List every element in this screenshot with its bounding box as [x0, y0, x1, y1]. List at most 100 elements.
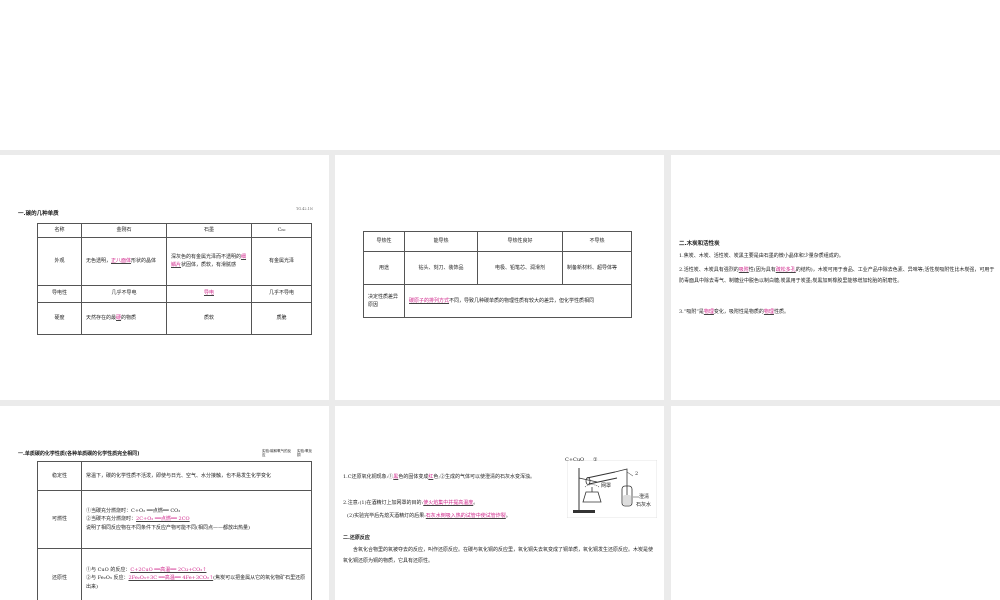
equation-cuo: ①与 CuO 的反应：C+2CuO ══高温══ 2Cu+CO₂↑: [86, 566, 307, 575]
slide-reduction-experiment[interactable]: 1.C还原氧化铜现象:①黑色的固体变成红色;②生成的气体可以使澄清的石灰水变浑浊…: [335, 406, 664, 600]
slide-chemical-properties[interactable]: 一.单质碳的化学性质(各种单质碳的化学性质完全相同) 实验:碳和氧气的反应 实验…: [0, 406, 329, 600]
paragraph-1: 1.C还原氧化铜现象:①黑色的固体变成红色;②生成的气体可以使澄清的石灰水变浑浊…: [343, 472, 568, 483]
corner-note: 实验:碳和氧气的反应: [262, 449, 292, 458]
text: (2)实验完毕后先熄灭酒精灯的后果:: [347, 513, 426, 519]
note: 说明了相同反应物在不同条件下反应产物可能不同(相同点——都放出热量): [86, 524, 250, 531]
text: 3.“吸附”是: [679, 309, 704, 315]
answer-fill: 2Fe₂O₃+3C ══高温══ 4Fe+3CO₂↑: [128, 575, 214, 582]
cell-graphite-appearance: 深灰色的有金属光泽而不透明的细鳞片状固体，质软，有滑腻感: [166, 236, 252, 286]
text: 变化，吸附性是物质的: [713, 309, 764, 315]
slide-blank: [671, 406, 1000, 600]
text: 不同，导致几种碳单质的物理性质有较大的差异，但化学性质相同: [449, 297, 595, 304]
apparatus-drawing: [566, 459, 658, 519]
answer-fill: C+2CuO ══高温══ 2Cu+CO₂↑: [130, 566, 207, 573]
uses-table: 导热性 能导热 导热性良好 不导热 用途 钻头、刻刀、装饰品 电极、铅笔芯、润滑…: [363, 231, 632, 318]
cell-reason: 碳原子的排列方式不同，导致几种碳单质的物理性质有较大的差异，但化学性质相同: [404, 284, 632, 318]
paragraph-4: 含氧化合物里的氧被夺去的反应，叫作还原反应。在碳与氧化铜的反应里，氧化铜失去氧变…: [343, 547, 654, 564]
text: 深灰色的有金属光泽而不透明的: [171, 253, 242, 260]
row-label-combustion: 可燃性: [37, 490, 82, 549]
text: 无色透明，: [86, 257, 112, 264]
label-limewater-2: 石灰水: [636, 502, 652, 508]
apparatus-diagram: C+CuO ① 2 网罩 澄清 石灰水: [565, 457, 658, 519]
row-label-hardness: 硬度: [37, 301, 82, 335]
slide-charcoal[interactable]: 二.木炭和活性炭 1.焦炭、木炭、活性炭、炭黑主要是由石墨的微小晶体和少量杂质组…: [671, 155, 1000, 400]
answer-fill: 物理: [703, 309, 714, 315]
table-row: 还原性 ①与 CuO 的反应：C+2CuO ══高温══ 2Cu+CO₂↑ ②与…: [37, 548, 312, 600]
cell-diamond-hardness: 天然存在的最硬的物质: [81, 301, 167, 335]
cell-diamond-conductivity: 几乎不导电: [81, 284, 167, 303]
cell-stability: 常温下，碳的化学性质不活泼，即使与日光、空气、水分接触，也不易发生化学变化: [81, 461, 312, 491]
cell-graphite-uses: 电极、铅笔芯、润滑剂: [477, 251, 563, 285]
label-limewater-1: 澄清: [639, 494, 650, 500]
answer-fill: 疏松多孔: [775, 267, 796, 273]
cell-c60-hardness: 质脆: [251, 301, 312, 335]
text: 2.活性炭、木炭具有强烈的: [679, 267, 739, 273]
paragraph-3: 3.“吸附”是物理变化，吸附性是物质的物理性质。: [679, 307, 995, 318]
cell-diamond-thermal: 能导热: [404, 231, 478, 252]
row-label-conductivity: 导电性: [37, 284, 82, 303]
text: ②与 Fe₂O₃ 反应：: [86, 575, 129, 582]
text: 性质。: [773, 309, 789, 315]
cell-c60-conductivity: 几乎不导电: [251, 284, 312, 303]
answer-fill: 使火焰集中并提高温度: [423, 500, 474, 506]
cell-diamond-appearance: 无色透明，正八面体形状的晶体: [81, 236, 167, 286]
row-label-appearance: 外观: [37, 236, 82, 286]
text: ①与 CuO 的反应：: [86, 566, 131, 573]
text: 状固体，质软，有滑腻感: [181, 262, 237, 268]
row-label-reduction: 还原性: [37, 548, 82, 600]
table-row: 用途 钻头、刻刀、装饰品 电极、铅笔芯、润滑剂 制备新材料、超导体等: [363, 251, 632, 285]
table-row: 硬度 天然存在的最硬的物质 质软 质脆: [37, 301, 312, 335]
cell-c60-uses: 制备新材料、超导体等: [562, 251, 632, 285]
text: 色;②生成的气体可以使澄清的石灰水变浑浊。: [433, 474, 536, 480]
cell-diamond-uses: 钻头、刻刀、装饰品: [404, 251, 478, 285]
section-heading: 二.还原反应: [343, 535, 370, 541]
header-graphite: 石墨: [166, 223, 252, 238]
answer-fill: 石灰水倒吸入热的试管中使试管炸裂: [425, 513, 506, 519]
text: 色的固体变成: [398, 474, 429, 480]
allotrope-table: 名称 金刚石 石墨 C₆₀ 外观 无色透明，正八面体形状的晶体 深灰色的有金属光…: [37, 223, 312, 335]
table-row: 导电性 几乎不导电 导电 几乎不导电: [37, 284, 312, 303]
cell-graphite-hardness: 质软: [166, 301, 252, 335]
section-heading: 二.木炭和活性炭: [679, 241, 720, 247]
answer-fill: 正八面体: [111, 257, 132, 264]
table-row: 决定性质差异原因 碳原子的排列方式不同，导致几种碳单质的物理性质有较大的差异，但…: [363, 284, 632, 318]
paragraph-1: 1.焦炭、木炭、活性炭、炭黑主要是由石墨的微小晶体和少量杂质组成的。: [679, 253, 844, 259]
row-label-stability: 稳定性: [37, 461, 82, 491]
table-row: 导热性 能导热 导热性良好 不导热: [363, 231, 632, 252]
text: ②当碳不充分燃烧时：: [86, 516, 137, 523]
cell-graphite-conductivity: 导电: [166, 284, 252, 303]
label-reactants: C+CuO: [565, 457, 585, 463]
table-row: 名称 金刚石 石墨 C₆₀: [37, 223, 312, 238]
answer-fill: 2C+O₂ ══点燃══ 2CO: [136, 516, 190, 523]
table-row: 可燃性 ①当碳充分燃烧时：C+O₂ ══点燃══ CO₂ ②当碳不充分燃烧时：2…: [37, 490, 312, 549]
row-label-thermal: 导热性: [363, 231, 405, 252]
text: 2.注意:(1)在酒精灯上加网罩的目的:: [343, 500, 424, 506]
answer-fill: 物理: [763, 309, 774, 315]
cell-c60-appearance: 有金属光泽: [251, 236, 312, 286]
label-2: 2: [635, 471, 639, 477]
slide-allotrope-uses[interactable]: 导热性 能导热 导热性良好 不导热 用途 钻头、刻刀、装饰品 电极、铅笔芯、润滑…: [335, 155, 664, 400]
equation-incomplete: ②当碳不充分燃烧时：2C+O₂ ══点燃══ 2CO: [86, 515, 307, 524]
cell-combustion: ①当碳充分燃烧时：C+O₂ ══点燃══ CO₂ ②当碳不充分燃烧时：2C+O₂…: [81, 490, 312, 549]
equation-fe2o3: ②与 Fe₂O₃ 反应：2Fe₂O₃+3C ══高温══ 4Fe+3CO₂↑(焦…: [86, 574, 307, 591]
table-row: 稳定性 常温下，碳的化学性质不活泼，即使与日光、空气、水分接触，也不易发生化学变…: [37, 461, 312, 491]
section-heading: 一.碳的几种单质: [18, 211, 59, 217]
cell-c60-thermal: 不导热: [562, 231, 632, 252]
row-label-reason: 决定性质差异原因: [363, 284, 405, 318]
section-heading: 一.单质碳的化学性质(各种单质碳的化学性质完全相同): [18, 451, 140, 457]
header-c60: C₆₀: [251, 223, 312, 238]
paragraph-2: 2.活性炭、木炭具有强烈的吸附性(因为具有疏松多孔的结构)，木炭可用于食品、工业…: [679, 265, 995, 286]
equation-complete: ①当碳充分燃烧时：C+O₂ ══点燃══ CO₂: [86, 507, 181, 514]
slide-carbon-allotropes[interactable]: 一.碳的几种单质 TG.42.1N 名称 金刚石 石墨 C₆₀ 外观 无色透明，…: [0, 155, 329, 400]
text: 天然存在的最: [86, 314, 117, 321]
answer-fill: 吸附: [738, 267, 749, 273]
answer-fill: 碳原子的排列方式: [409, 297, 450, 304]
corner-note: 实验:氧化铜: [297, 449, 313, 458]
cell-reduction: ①与 CuO 的反应：C+2CuO ══高温══ 2Cu+CO₂↑ ②与 Fe₂…: [81, 548, 312, 600]
corner-note: TG.42.1N: [296, 207, 313, 211]
paragraph-2: 2.注意:(1)在酒精灯上加网罩的目的:使火焰集中并提高温度。: [343, 498, 573, 509]
label-1: ①: [593, 457, 598, 463]
chemical-properties-table: 稳定性 常温下，碳的化学性质不活泼，即使与日光、空气、水分接触，也不易发生化学变…: [37, 461, 312, 600]
slide-blank-top: [0, 0, 1000, 150]
text: 性(因为具有: [748, 267, 776, 273]
